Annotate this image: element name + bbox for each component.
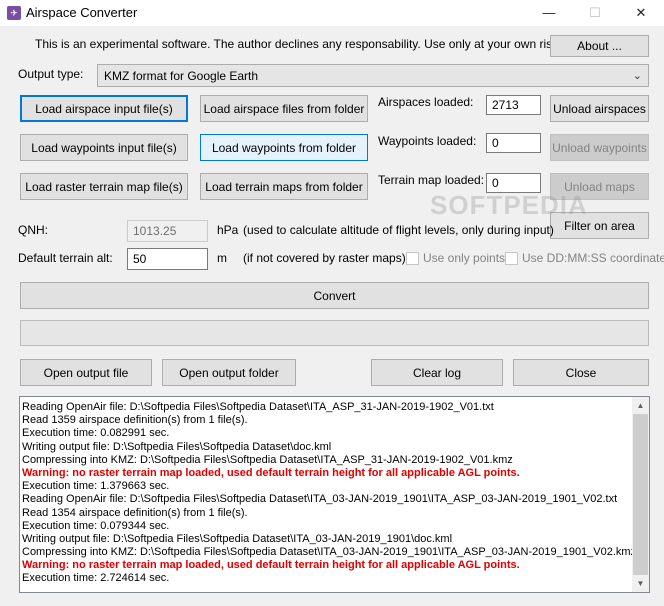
log-line: Execution time: 1.379663 sec. (22, 480, 170, 493)
output-type-label: Output type: (18, 67, 84, 81)
terrain-loaded-label: Terrain map loaded: (378, 173, 485, 187)
clear-log-button[interactable]: Clear log (371, 359, 503, 386)
close-window-button[interactable]: ✕ (618, 0, 664, 26)
log-line: Execution time: 0.079344 sec. (22, 519, 170, 532)
chevron-down-icon: ⌄ (632, 70, 642, 82)
minimize-button[interactable]: — (526, 0, 572, 26)
scroll-up-icon[interactable]: ▲ (632, 397, 649, 414)
airspaces-loaded-label: Airspaces loaded: (378, 95, 474, 109)
output-type-value: KMZ format for Google Earth (104, 68, 259, 83)
log-line: Read 1359 airspace definition(s) from 1 … (22, 414, 248, 427)
about-button[interactable]: About ... (550, 35, 649, 57)
load-waypoint-files-button[interactable]: Load waypoints input file(s) (20, 134, 188, 161)
log-line: Reading OpenAir file: D:\Softpedia Files… (22, 401, 494, 413)
window-title: Airspace Converter (26, 5, 138, 20)
log-line: Reading OpenAir file: D:\Softpedia Files… (22, 493, 618, 506)
load-terrain-folder-button[interactable]: Load terrain maps from folder (200, 173, 368, 200)
log-lines: Reading OpenAir file: D:\Softpedia Files… (22, 401, 637, 586)
log-warning-line: Warning: no raster terrain map loaded, u… (22, 559, 520, 572)
qnh-input[interactable]: 1013.25 (127, 220, 208, 242)
log-line: Compressing into KMZ: D:\Softpedia Files… (22, 453, 513, 466)
use-ddmmss-label: Use DD:MM:SS coordinates (522, 251, 664, 265)
disclaimer-text: This is an experimental software. The au… (35, 37, 562, 51)
log-output[interactable]: Reading OpenAir file: D:\Softpedia Files… (19, 396, 650, 593)
airspaces-loaded-value: 2713 (486, 95, 541, 115)
log-line: Compressing into KMZ: D:\Softpedia Files… (22, 546, 637, 559)
log-warning-line: Warning: no raster terrain map loaded, u… (22, 466, 520, 479)
load-airspace-folder-button[interactable]: Load airspace files from folder (200, 95, 368, 122)
softpedia-watermark: SOFTPEDIA (430, 190, 588, 220)
log-scrollbar[interactable]: ▲ ▼ (632, 397, 649, 592)
open-output-file-button[interactable]: Open output file (20, 359, 152, 386)
load-terrain-files-button[interactable]: Load raster terrain map file(s) (20, 173, 188, 200)
convert-button[interactable]: Convert (20, 282, 649, 309)
terrain-alt-unit: m (217, 251, 227, 265)
load-airspace-files-button[interactable]: Load airspace input file(s) (20, 95, 188, 122)
unload-waypoints-button[interactable]: Unload waypoints (550, 134, 649, 161)
waypoints-loaded-value: 0 (486, 133, 541, 153)
log-line: Execution time: 2.724614 sec. (22, 572, 170, 585)
terrain-alt-note: (if not covered by raster maps) (243, 251, 406, 265)
scroll-down-icon[interactable]: ▼ (632, 575, 649, 592)
title-bar: ✈ Airspace Converter — ☐ ✕ (0, 0, 664, 26)
qnh-note: (used to calculate altitude of flight le… (243, 223, 554, 237)
unload-airspaces-button[interactable]: Unload airspaces (550, 95, 649, 122)
log-line: Writing output file: D:\Softpedia Files\… (22, 440, 332, 453)
checkbox-box (505, 251, 518, 265)
use-ddmmss-checkbox[interactable]: Use DD:MM:SS coordinates (505, 251, 664, 265)
progress-bar (20, 320, 649, 346)
terrain-alt-label: Default terrain alt: (18, 251, 113, 265)
scroll-thumb[interactable] (633, 414, 648, 575)
load-waypoint-folder-button[interactable]: Load waypoints from folder (200, 134, 368, 161)
waypoints-loaded-label: Waypoints loaded: (378, 134, 477, 148)
qnh-label: QNH: (18, 223, 48, 237)
qnh-unit: hPa (217, 223, 239, 237)
use-only-points-label: Use only points (423, 251, 506, 265)
use-only-points-checkbox[interactable]: Use only points (406, 251, 505, 265)
maximize-button[interactable]: ☐ (572, 0, 618, 26)
close-button[interactable]: Close (513, 359, 649, 386)
log-line: Read 1354 airspace definition(s) from 1 … (22, 506, 248, 519)
log-line: Execution time: 0.082991 sec. (22, 427, 170, 440)
output-type-select[interactable]: KMZ format for Google Earth ⌄ (97, 64, 649, 87)
checkbox-box (406, 251, 419, 265)
terrain-alt-input[interactable]: 50 (127, 248, 208, 270)
app-icon: ✈ (7, 6, 21, 20)
log-line: Writing output file: D:\Softpedia Files\… (22, 532, 453, 545)
open-output-folder-button[interactable]: Open output folder (162, 359, 296, 386)
